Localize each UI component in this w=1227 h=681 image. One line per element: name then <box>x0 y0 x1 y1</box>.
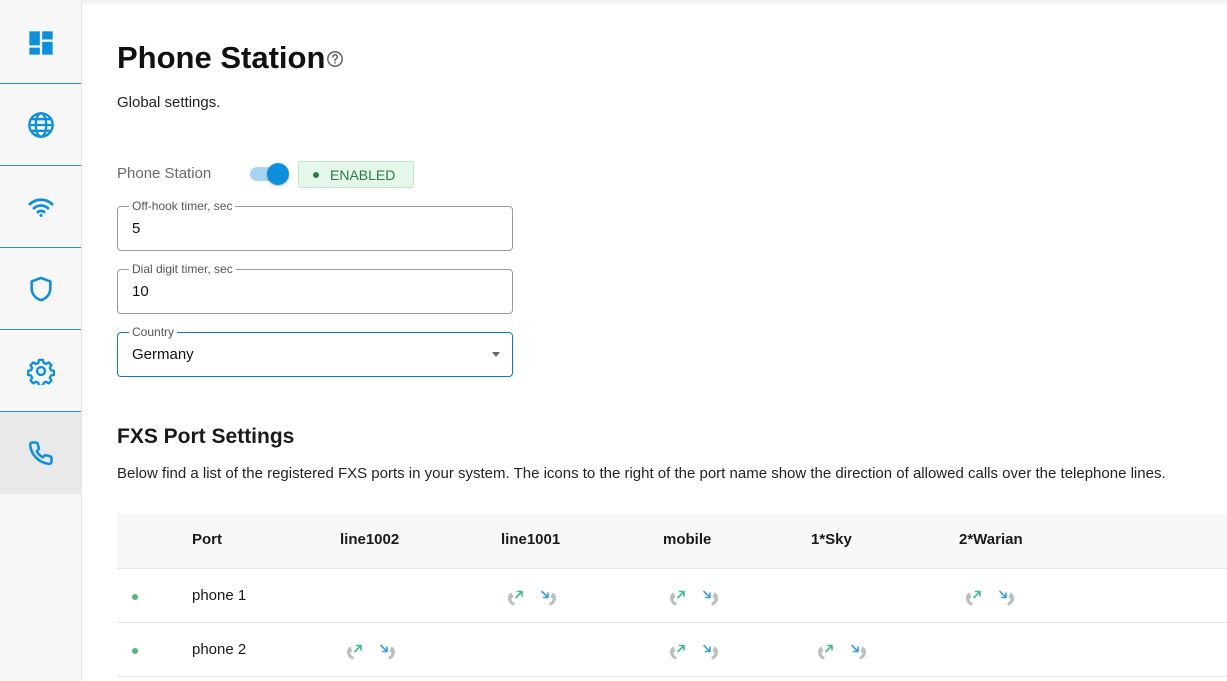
off-hook-timer-field[interactable]: Off-hook timer, sec 5 <box>117 199 513 251</box>
status-badge-text: ENABLED <box>330 166 396 183</box>
incoming-call-icon <box>851 644 866 660</box>
incoming-call-icon <box>541 590 556 606</box>
sidebar-item-internet[interactable] <box>0 84 81 166</box>
sidebar-item-dashboard[interactable] <box>0 2 81 84</box>
port-name: phone 2 <box>192 641 247 658</box>
table-row: phone 2 <box>117 623 1227 677</box>
call-direction-cell[interactable] <box>666 587 726 609</box>
status-dot <box>313 171 319 178</box>
table-row: phone 1 <box>117 569 1227 623</box>
phone-station-toggle[interactable] <box>250 163 292 185</box>
dial-digit-timer-label: Dial digit timer, sec <box>129 262 236 276</box>
call-direction-cell[interactable] <box>504 587 564 609</box>
sidebar-item-telephony[interactable] <box>0 412 81 494</box>
sidebar-item-wifi[interactable] <box>0 166 81 248</box>
call-direction-cell[interactable] <box>814 641 874 663</box>
table-header: Port line1002 line1001 mobile 1*Sky 2*Warian <box>117 514 1227 569</box>
column-header-line: mobile <box>663 531 712 548</box>
incoming-call-icon <box>703 644 718 660</box>
port-name: phone 1 <box>192 587 247 604</box>
phone-station-toggle-label: Phone Station <box>117 165 212 182</box>
top-shadow <box>82 0 1227 6</box>
incoming-call-icon <box>999 590 1014 606</box>
outgoing-call-icon <box>347 644 362 660</box>
sidebar <box>0 0 82 681</box>
status-badge: ENABLED <box>298 161 414 188</box>
country-label: Country <box>129 325 178 339</box>
column-header-line: line1001 <box>501 531 561 548</box>
toggle-thumb <box>267 163 289 185</box>
outgoing-call-icon <box>508 590 523 606</box>
column-header-port: Port <box>192 531 222 548</box>
page-title: Phone Station <box>117 40 326 75</box>
page-subtitle: Global settings. <box>117 94 221 111</box>
off-hook-timer-value: 5 <box>132 220 141 237</box>
dial-digit-timer-field[interactable]: Dial digit timer, sec 10 <box>117 262 513 314</box>
country-select[interactable]: Country Germany <box>117 325 513 377</box>
phone-icon <box>28 441 53 466</box>
country-value: Germany <box>132 346 194 363</box>
incoming-call-icon <box>703 590 718 606</box>
off-hook-timer-label: Off-hook timer, sec <box>129 199 236 213</box>
outgoing-call-icon <box>818 644 833 660</box>
outgoing-call-icon <box>966 590 981 606</box>
column-header-line: 1*Sky <box>811 531 852 548</box>
outgoing-call-icon <box>670 644 685 660</box>
fxs-section-description: Below find a list of the registered FXS … <box>117 465 1166 482</box>
wifi-icon <box>28 198 53 218</box>
gear-icon <box>26 358 55 385</box>
fxs-section-title: FXS Port Settings <box>117 425 295 448</box>
outgoing-call-icon <box>670 590 685 606</box>
call-direction-cell[interactable] <box>962 587 1022 609</box>
fxs-port-table: Port line1002 line1001 mobile 1*Sky 2*Warian … <box>117 514 1227 677</box>
incoming-call-icon <box>380 644 395 660</box>
dial-digit-timer-value: 10 <box>132 283 149 300</box>
shield-icon <box>29 276 52 302</box>
sidebar-item-security[interactable] <box>0 248 81 330</box>
help-circle-icon[interactable] <box>326 50 344 68</box>
call-direction-cell[interactable] <box>343 641 403 663</box>
port-status-dot <box>132 594 138 600</box>
column-header-line: line1002 <box>340 531 400 548</box>
call-direction-cell[interactable] <box>666 641 726 663</box>
sidebar-item-settings[interactable] <box>0 330 81 412</box>
dropdown-arrow-icon <box>492 352 500 357</box>
port-status-dot <box>132 648 138 654</box>
globe-icon <box>27 112 54 138</box>
column-header-line: 2*Warian <box>959 531 1023 548</box>
dashboard-icon <box>28 31 53 55</box>
